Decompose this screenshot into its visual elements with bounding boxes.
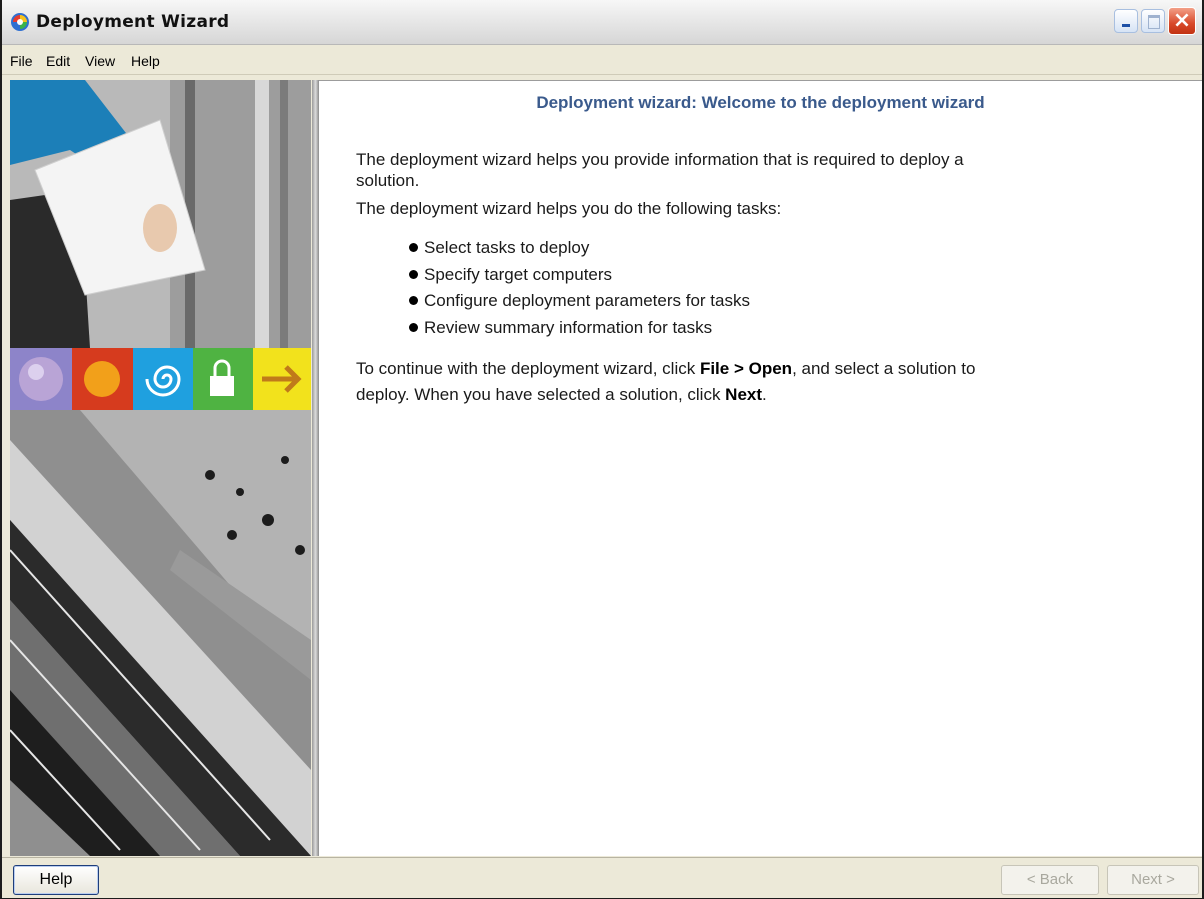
task-label: Specify target computers xyxy=(424,264,613,284)
bullet-icon xyxy=(409,296,418,305)
next-button[interactable]: Next > xyxy=(1107,865,1199,895)
list-item: Review summary information for tasks xyxy=(409,315,750,342)
list-item: Configure deployment parameters for task… xyxy=(409,288,750,315)
bullet-icon xyxy=(409,243,418,252)
menu-bar: File Edit View Help xyxy=(2,48,1202,75)
back-button[interactable]: < Back xyxy=(1001,865,1099,895)
list-item: Select tasks to deploy xyxy=(409,235,750,262)
continue-text: , and select a solution to xyxy=(792,359,976,378)
page-title: Deployment wizard: Welcome to the deploy… xyxy=(536,93,985,112)
panel-splitter[interactable] xyxy=(312,80,319,856)
banner-graphic xyxy=(10,80,311,856)
task-list: Select tasks to deploy Specify target co… xyxy=(409,235,750,341)
continue-instructions-line1: To continue with the deployment wizard, … xyxy=(356,358,975,379)
file-open-hint: File > Open xyxy=(699,359,793,378)
menu-view[interactable]: View xyxy=(85,53,115,69)
deployment-wizard-icon xyxy=(11,13,29,31)
button-bar: Help < Back Next > xyxy=(2,857,1202,898)
intro-text-line1: The deployment wizard helps you provide … xyxy=(356,150,964,169)
menu-file[interactable]: File xyxy=(10,53,33,69)
bullet-icon xyxy=(409,269,418,279)
continue-text: To continue with the deployment wizard, … xyxy=(356,359,700,378)
close-button[interactable]: × xyxy=(1168,7,1196,35)
minimize-icon xyxy=(1122,24,1130,27)
continue-instructions-line2: deploy. When you have selected a solutio… xyxy=(356,384,767,405)
window-title: Deployment Wizard xyxy=(36,12,230,32)
continue-text: deploy. When you have selected a solutio… xyxy=(356,385,726,404)
main-window: Deployment Wizard × File Edit View Help xyxy=(0,0,1204,899)
help-button[interactable]: Help xyxy=(13,865,99,895)
menu-edit[interactable]: Edit xyxy=(46,53,70,69)
intro-text-line3: The deployment wizard helps you do the f… xyxy=(356,199,782,218)
next-hint: Next xyxy=(725,385,763,404)
task-label: Select tasks to deploy xyxy=(424,238,590,257)
menu-help[interactable]: Help xyxy=(131,53,160,69)
maximize-icon xyxy=(1148,15,1160,29)
maximize-button[interactable] xyxy=(1141,9,1165,33)
content-panel: Deployment wizard: Welcome to the deploy… xyxy=(319,80,1202,856)
close-icon: × xyxy=(1172,8,1192,33)
title-bar[interactable]: Deployment Wizard × xyxy=(2,0,1202,45)
side-banner-image xyxy=(10,80,311,856)
minimize-button[interactable] xyxy=(1114,9,1138,33)
continue-text: . xyxy=(762,385,767,404)
list-item: Specify target computers xyxy=(409,262,750,289)
intro-text-line2: solution. xyxy=(356,171,420,190)
task-label: Configure deployment parameters for task… xyxy=(424,291,750,310)
bullet-icon xyxy=(409,322,418,332)
task-label: Review summary information for tasks xyxy=(424,317,713,337)
